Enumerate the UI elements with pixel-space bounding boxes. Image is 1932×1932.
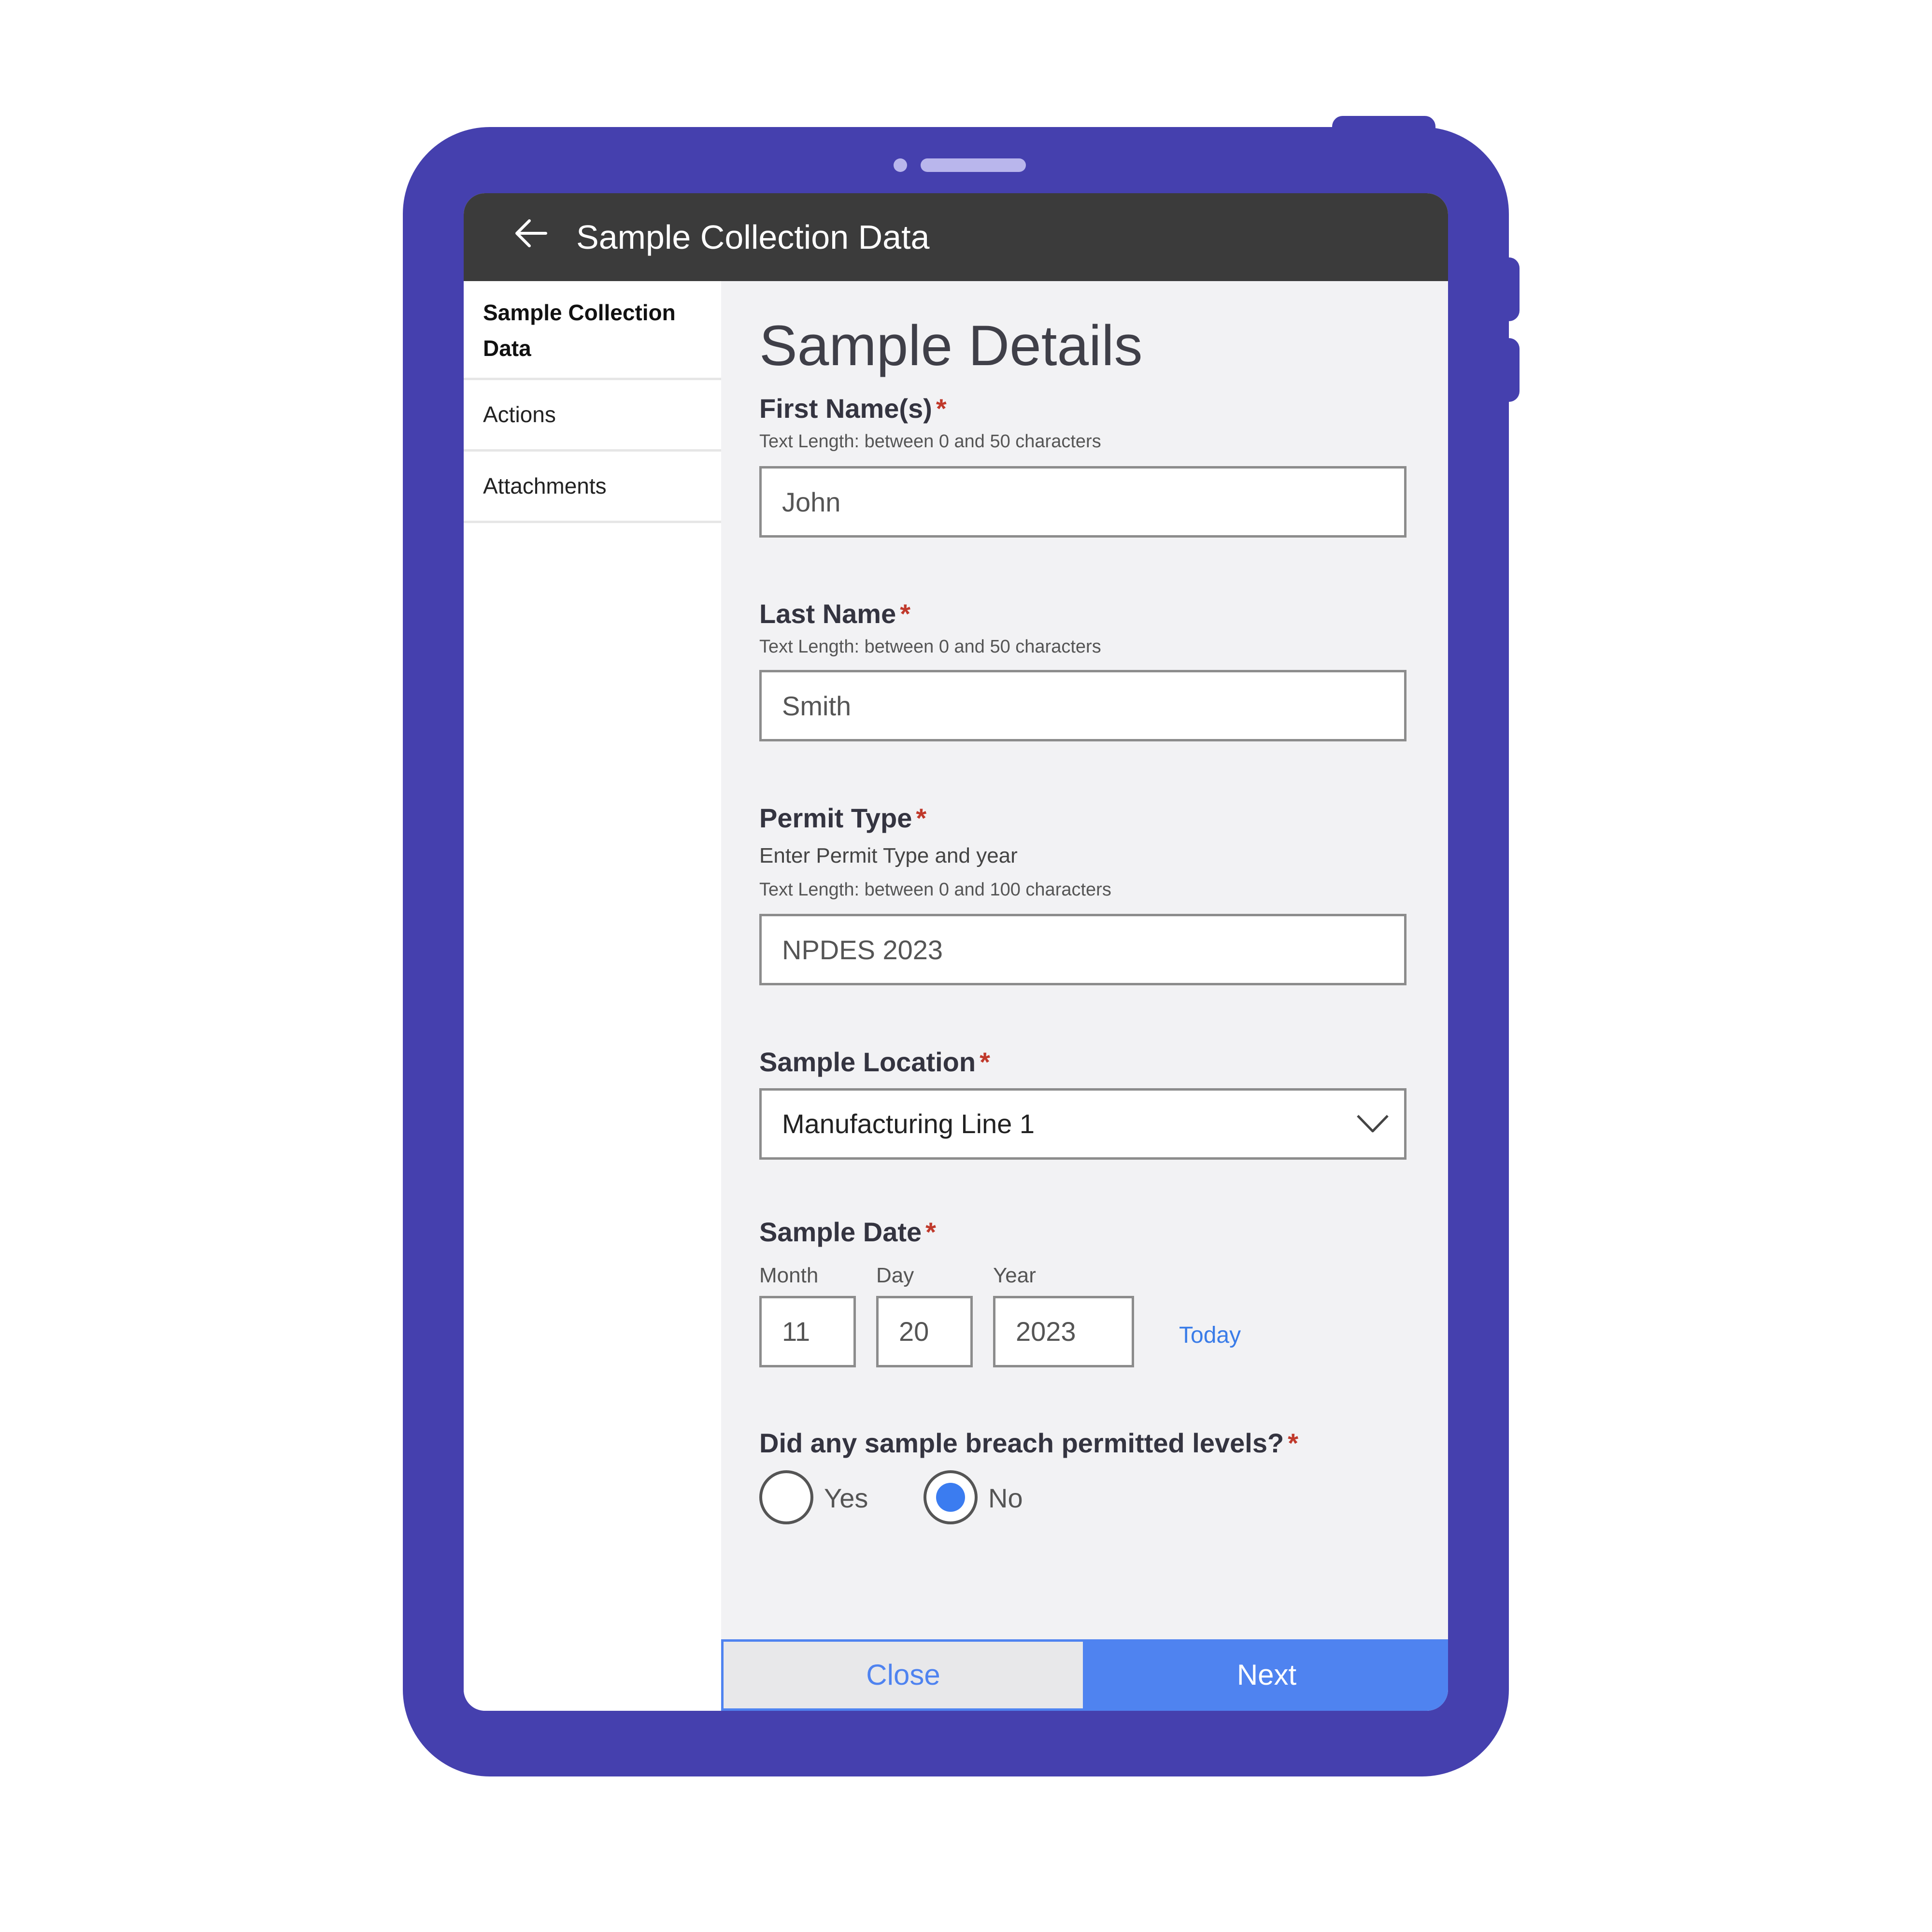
form-footer: Close Next [721,1639,1448,1711]
sample-location-value: Manufacturing Line 1 [782,1108,1035,1139]
last-name-field: Last Name * Text Length: between 0 and 50… [759,597,1406,742]
required-marker: * [925,1217,936,1247]
required-marker: * [936,393,947,424]
first-name-label: First Name(s) [759,393,932,424]
permit-type-description: Enter Permit Type and year [759,844,1018,867]
sidebar-item-actions[interactable]: Actions [464,380,721,452]
day-input[interactable]: 20 [876,1296,973,1367]
page-title: Sample Details [759,314,1143,378]
tablet-power-button [1332,116,1435,145]
last-name-label: Last Name [759,598,896,629]
tablet-volume-up-button [1497,257,1520,321]
arrow-left-icon[interactable] [512,214,551,253]
required-marker: * [980,1047,990,1077]
close-button[interactable]: Close [721,1639,1085,1711]
sample-location-label: Sample Location [759,1047,976,1077]
last-name-hint: Text Length: between 0 and 50 characters [759,637,1101,657]
sidebar-item-label: Attachments [483,473,607,498]
sidebar-item-label: Actions [483,402,556,427]
app-title: Sample Collection Data [576,218,930,256]
radio-no[interactable] [923,1470,978,1524]
required-marker: * [916,803,927,833]
first-name-field: First Name(s) * Text Length: between 0 an… [759,392,1406,538]
sample-date-field: Sample Date * Month 11 Day 20 Year 2023 T… [759,1216,1406,1375]
year-label: Year [993,1264,1036,1287]
permit-type-hint: Text Length: between 0 and 100 character… [759,880,1111,900]
permit-type-label: Permit Type [759,803,912,833]
first-name-input[interactable] [759,466,1406,538]
form-panel: Sample Details First Name(s) * Text Lengt… [721,281,1448,1639]
sidebar-item-sample-collection-data[interactable]: Sample Collection Data [464,281,721,380]
sample-date-label: Sample Date [759,1217,922,1247]
sample-location-select[interactable]: Manufacturing Line 1 [759,1088,1406,1160]
month-label: Month [759,1264,819,1287]
day-label: Day [876,1264,914,1287]
month-input[interactable]: 11 [759,1296,856,1367]
next-button[interactable]: Next [1085,1639,1448,1711]
required-marker: * [1288,1428,1298,1458]
required-marker: * [900,598,911,629]
sidebar-item-attachments[interactable]: Attachments [464,452,721,523]
sidebar: Sample Collection Data Actions Attachmen… [464,281,721,1711]
radio-no-label: No [988,1483,1023,1513]
first-name-hint: Text Length: between 0 and 50 characters [759,431,1101,452]
app-screen: Sample Collection Data Sample Collection… [464,193,1448,1711]
year-input[interactable]: 2023 [993,1296,1134,1367]
last-name-input[interactable] [759,670,1406,741]
today-link[interactable]: Today [1179,1322,1241,1349]
permit-type-input[interactable] [759,914,1406,985]
chevron-down-icon [1357,1115,1389,1133]
permit-type-field: Permit Type * Enter Permit Type and year … [759,802,1406,985]
app-header: Sample Collection Data [464,193,1448,281]
radio-yes[interactable] [759,1470,813,1524]
camera-dot [894,158,907,172]
tablet-volume-down-button [1497,338,1520,402]
speaker-grille [921,158,1026,172]
breach-radio-group: Yes No [759,1470,1146,1528]
sidebar-item-label: Sample Collection Data [483,300,676,361]
sample-location-field: Sample Location * Manufacturing Line 1 [759,1046,1406,1162]
breach-label: Did any sample breach permitted levels? [759,1428,1284,1458]
date-inputs-row: Month 11 Day 20 Year 2023 Today [759,1263,1406,1374]
radio-selected-dot [936,1483,965,1512]
radio-yes-label: Yes [824,1483,868,1513]
breach-field: Did any sample breach permitted levels? *… [759,1427,1406,1543]
